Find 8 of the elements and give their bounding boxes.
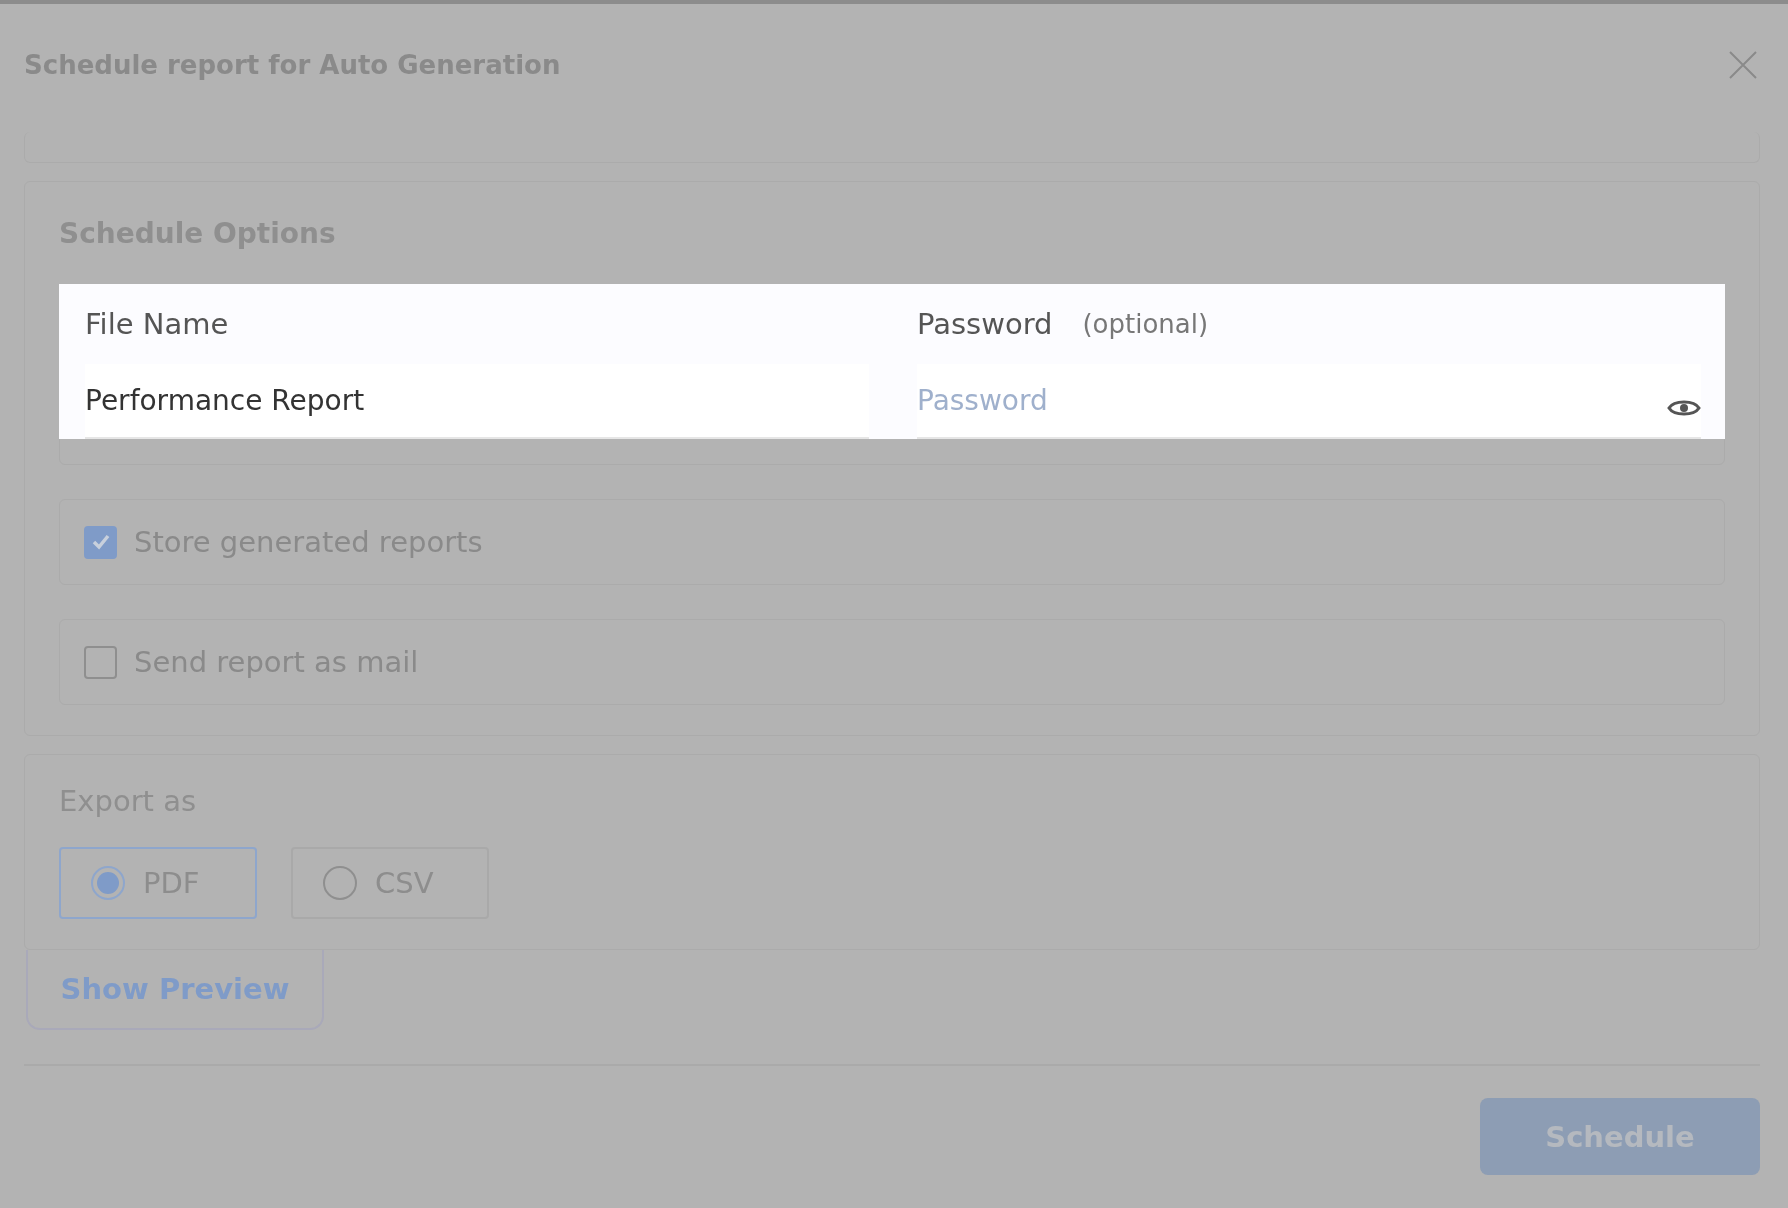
checkbox[interactable] [84, 645, 117, 679]
close-icon [1728, 50, 1758, 80]
optional-hint: (optional) [1082, 309, 1209, 339]
close-button[interactable] [1728, 50, 1758, 80]
password-field[interactable]: Password [917, 384, 1667, 417]
field-label: File Name [85, 306, 230, 343]
checkbox[interactable] [84, 525, 117, 559]
field-label: Password [917, 307, 1053, 341]
